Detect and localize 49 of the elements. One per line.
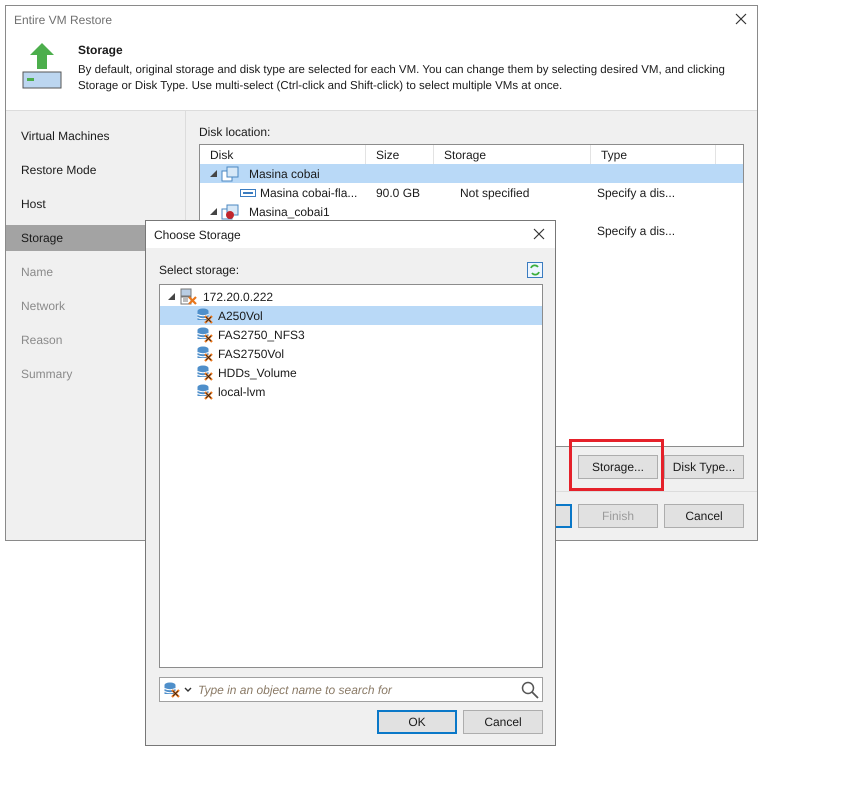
cancel-button[interactable]: Cancel: [463, 710, 543, 734]
disk-type-button[interactable]: Disk Type...: [664, 455, 744, 479]
close-icon: [533, 228, 545, 240]
table-cell: Masina_cobai1: [249, 204, 330, 218]
table-cell: Not specified: [460, 186, 530, 200]
table-cell: Specify a dis...: [597, 186, 676, 200]
table-cell: Masina cobai-fla...: [260, 186, 358, 200]
disk-icon: [240, 188, 256, 196]
table-row[interactable]: Masina cobai: [200, 164, 743, 183]
step-item[interactable]: Virtual Machines: [6, 123, 185, 149]
window-title: Entire VM Restore: [14, 12, 112, 26]
datastore-icon: [197, 326, 213, 342]
refresh-icon[interactable]: [527, 262, 543, 278]
vm-icon: [221, 166, 239, 182]
table-cell: Masina cobai: [249, 166, 320, 180]
close-button[interactable]: [533, 228, 547, 242]
datastore-icon: [197, 384, 213, 400]
step-item[interactable]: Restore Mode: [6, 157, 185, 183]
host-icon: [180, 288, 198, 305]
expander-icon[interactable]: [210, 170, 217, 177]
datastore-icon: [197, 364, 213, 380]
search-field[interactable]: Type in an object name to search for: [159, 677, 543, 702]
tree-item[interactable]: A250Vol: [160, 306, 542, 325]
table-row[interactable]: Masina cobai-fla... 90.0 GB Not specified Specify a dis...: [200, 183, 743, 202]
disk-location-label: Disk location:: [199, 125, 272, 139]
footer-button[interactable]: Cancel: [664, 504, 744, 528]
select-storage-label: Select storage:: [159, 263, 240, 277]
table-row[interactable]: Masina_cobai1: [200, 202, 743, 221]
search-input[interactable]: Type in an object name to search for: [196, 682, 517, 698]
datastore-icon: [197, 308, 213, 324]
close-button[interactable]: [735, 12, 749, 26]
step-item[interactable]: Host: [6, 191, 185, 217]
storage-button[interactable]: Storage...: [578, 455, 658, 479]
datastore-filter-icon: [164, 682, 180, 698]
tree-item[interactable]: HDDs_Volume: [160, 363, 542, 382]
expander-icon[interactable]: [168, 293, 175, 300]
table-cell: 90.0 GB: [376, 186, 420, 200]
step-description: By default, original storage and disk type are selected for each VM. You can change them by selecting desired VM, and clicking Storage or Disk Type. Use multi-select (Ctrl-click and Shift-click) to select multiple VMs at once.: [78, 63, 726, 94]
expander-icon[interactable]: [210, 208, 217, 215]
tree-item[interactable]: FAS2750Vol: [160, 344, 542, 363]
tree-item[interactable]: local-lvm: [160, 382, 542, 401]
tree-item[interactable]: FAS2750_NFS3: [160, 325, 542, 344]
ok-button[interactable]: OK: [377, 710, 457, 734]
step-title: Storage: [78, 43, 124, 57]
dropdown-caret-icon[interactable]: [184, 686, 192, 692]
tree-item[interactable]: 172.20.0.222: [160, 287, 542, 306]
datastore-icon: [197, 346, 213, 362]
search-icon[interactable]: [521, 680, 539, 698]
close-icon: [735, 12, 747, 24]
